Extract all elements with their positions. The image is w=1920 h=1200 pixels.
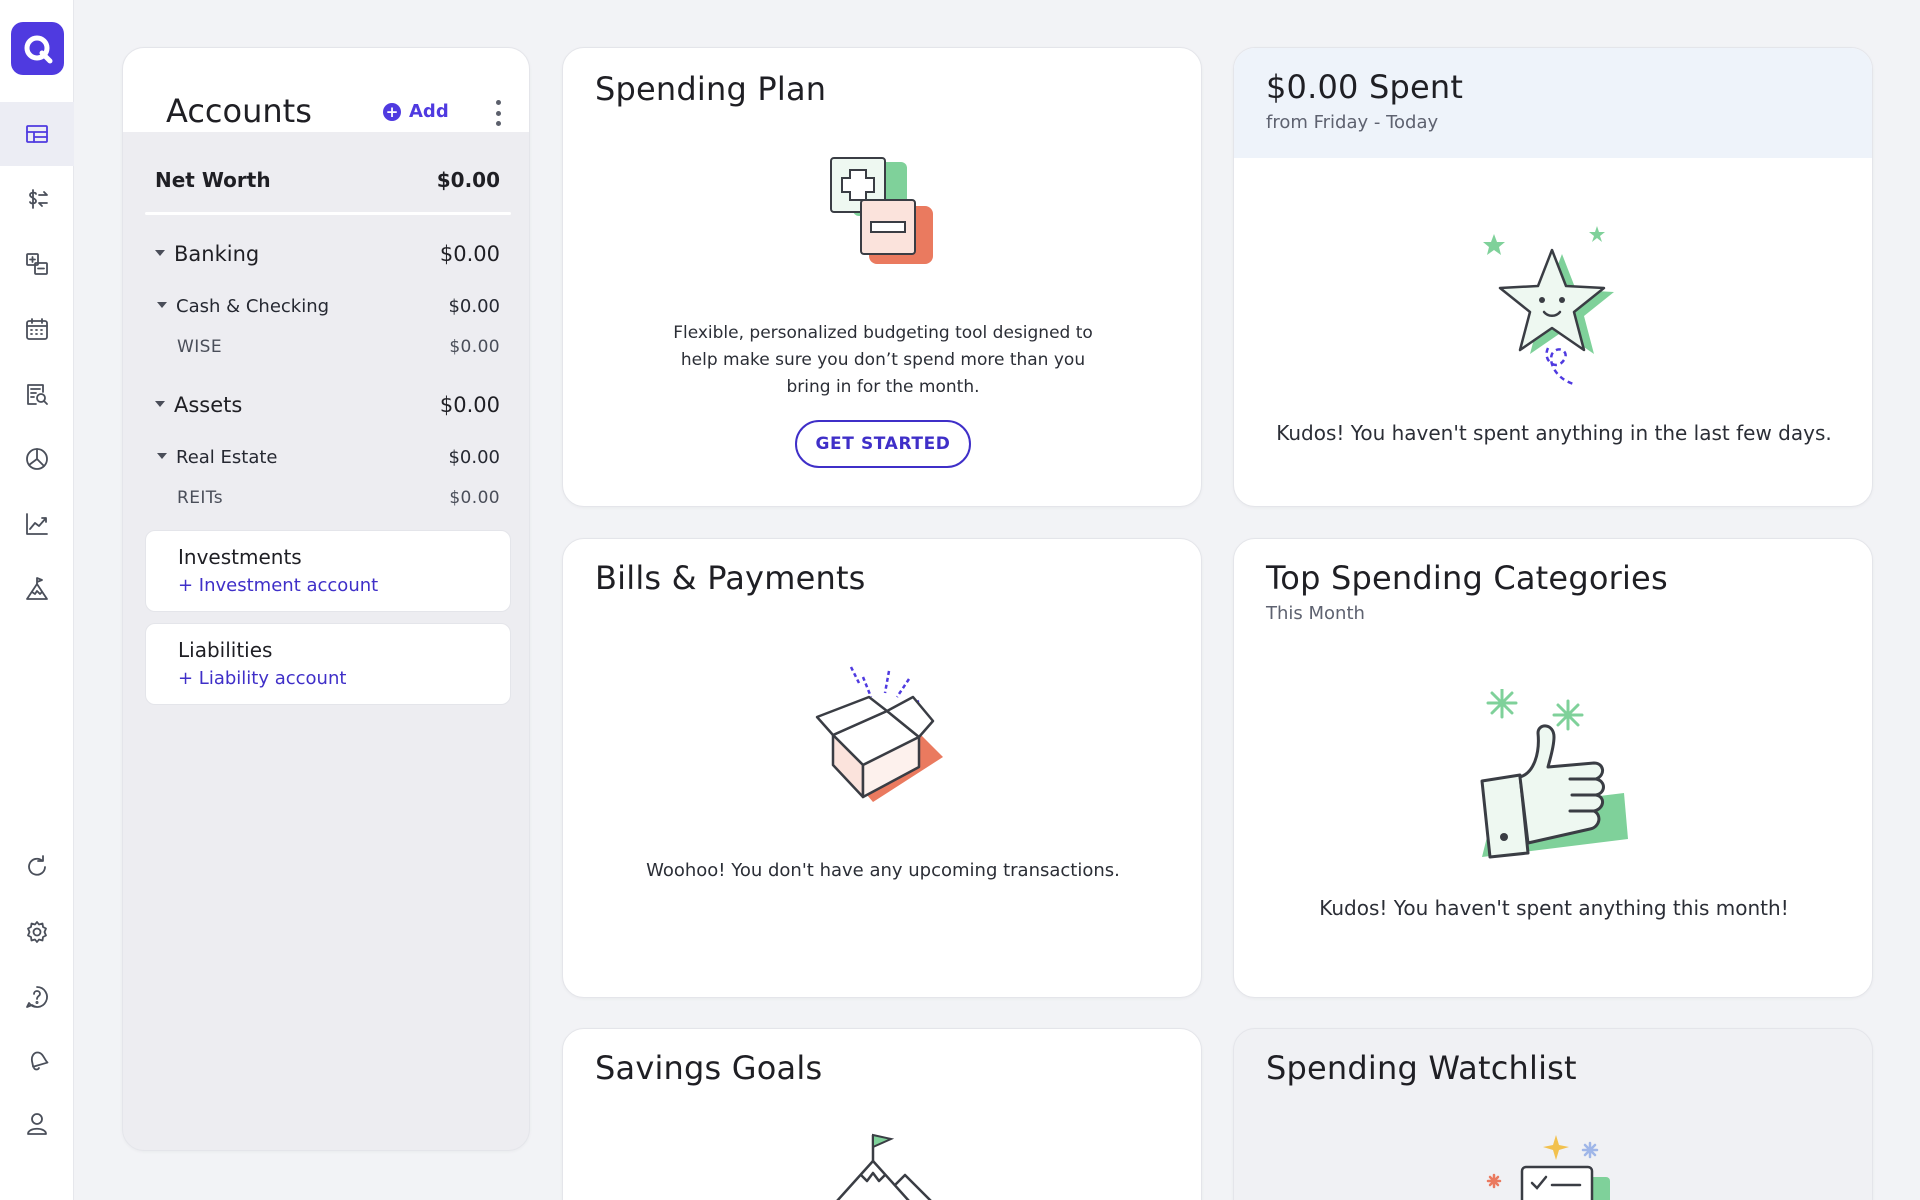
gear-icon xyxy=(27,921,47,943)
open-box-illustration-icon xyxy=(815,666,943,802)
more-options-icon[interactable] xyxy=(488,100,508,126)
dashboard-icon xyxy=(26,125,48,143)
nav-spending[interactable] xyxy=(0,427,74,491)
top-categories-message: Kudos! You haven't spent anything this m… xyxy=(1319,896,1789,920)
liabilities-section: Liabilities + Liability account xyxy=(145,623,511,705)
spending-watchlist-card: Spending Watchlist xyxy=(1233,1028,1873,1200)
spent-message: Kudos! You haven't spent anything in the… xyxy=(1276,421,1832,445)
net-worth-row[interactable]: Net Worth $0.00 xyxy=(155,168,500,192)
spending-plan-title: Spending Plan xyxy=(595,70,827,108)
reits-value: $0.00 xyxy=(449,488,500,508)
quicken-logo-icon xyxy=(24,35,52,63)
trend-icon xyxy=(26,513,48,535)
caret-down-icon[interactable] xyxy=(157,453,167,459)
nav-refresh[interactable] xyxy=(0,835,74,899)
cash-checking-value: $0.00 xyxy=(448,296,500,317)
spent-subtitle: from Friday - Today xyxy=(1266,112,1439,133)
net-worth-label: Net Worth xyxy=(155,168,271,192)
app-logo[interactable] xyxy=(11,22,64,75)
top-categories-subtitle: This Month xyxy=(1266,603,1365,624)
spending-plan-description: Flexible, personalized budgeting tool de… xyxy=(623,320,1143,401)
investments-label: Investments xyxy=(178,545,302,569)
nav-notifications[interactable] xyxy=(0,1028,74,1092)
nav-investing[interactable] xyxy=(0,492,74,556)
mountain-flag-illustration-icon xyxy=(836,1133,932,1200)
mountain-flag-icon xyxy=(26,577,48,600)
plus-circle-icon: + xyxy=(383,102,401,121)
nav-help[interactable] xyxy=(0,965,74,1029)
nav-transactions[interactable] xyxy=(0,167,74,231)
net-worth-value: $0.00 xyxy=(436,168,500,192)
help-icon xyxy=(26,986,48,1008)
accounts-panel: Accounts + Add Net Worth $0.00 Banking $… xyxy=(122,47,530,1151)
wise-account-row[interactable]: WISE $0.00 xyxy=(177,337,500,357)
bills-payments-card: Bills & Payments Woohoo! You don't have … xyxy=(562,538,1202,998)
add-liability-account-link[interactable]: + Liability account xyxy=(178,668,346,689)
description-line: Flexible, personalized budgeting tool de… xyxy=(673,323,1093,343)
add-label: Add xyxy=(409,101,449,122)
wise-label: WISE xyxy=(177,337,222,357)
calendar-icon xyxy=(26,318,48,340)
real-estate-row[interactable]: Real Estate $0.00 xyxy=(157,447,500,468)
cash-checking-label: Cash & Checking xyxy=(176,296,330,317)
spent-title: $0.00 Spent xyxy=(1266,68,1464,106)
watchlist-title: Spending Watchlist xyxy=(1266,1049,1577,1087)
savings-title: Savings Goals xyxy=(595,1049,823,1087)
nav-bills[interactable] xyxy=(0,232,74,296)
thumbs-up-illustration-icon xyxy=(1480,689,1628,859)
caret-down-icon[interactable] xyxy=(155,401,165,407)
top-categories-title: Top Spending Categories xyxy=(1266,559,1668,597)
nav-dashboard[interactable] xyxy=(0,102,74,166)
wise-value: $0.00 xyxy=(449,337,500,357)
nav-rail xyxy=(0,0,74,1200)
star-kudos-illustration-icon xyxy=(1483,226,1614,386)
spent-card: $0.00 Spent from Friday - Today Kudos! Y… xyxy=(1233,47,1873,507)
real-estate-label: Real Estate xyxy=(176,447,278,468)
reits-account-row[interactable]: REITs $0.00 xyxy=(177,488,500,508)
caret-down-icon[interactable] xyxy=(157,302,167,308)
bills-message: Woohoo! You don't have any upcoming tran… xyxy=(646,860,1120,881)
nav-reports[interactable] xyxy=(0,362,74,426)
reits-label: REITs xyxy=(177,488,223,508)
add-investment-account-link[interactable]: + Investment account xyxy=(178,575,378,596)
nav-profile[interactable] xyxy=(0,1092,74,1156)
banking-group-row[interactable]: Banking $0.00 xyxy=(155,242,500,266)
nav-calendar[interactable] xyxy=(0,297,74,361)
assets-label: Assets xyxy=(174,393,243,417)
investments-section: Investments + Investment account xyxy=(145,530,511,612)
cash-checking-row[interactable]: Cash & Checking $0.00 xyxy=(157,296,500,317)
accounts-header: Accounts + Add xyxy=(123,48,529,132)
add-account-button[interactable]: + Add xyxy=(383,101,449,122)
assets-value: $0.00 xyxy=(439,393,500,417)
bills-title: Bills & Payments xyxy=(595,559,866,597)
user-icon xyxy=(27,1113,47,1135)
reports-icon xyxy=(27,384,48,405)
spending-plan-card: Spending Plan Flexible, personalized bud… xyxy=(562,47,1202,507)
pie-chart-icon xyxy=(26,448,48,470)
refresh-icon xyxy=(28,855,46,876)
watchlist-illustration-icon xyxy=(1486,1135,1610,1200)
get-started-button[interactable]: GET STARTED xyxy=(795,420,971,468)
banking-label: Banking xyxy=(174,242,260,266)
description-line: bring in for the month. xyxy=(786,377,980,397)
accounts-title: Accounts xyxy=(166,92,312,130)
transactions-icon xyxy=(29,189,48,209)
nav-settings[interactable] xyxy=(0,900,74,964)
caret-down-icon[interactable] xyxy=(155,250,165,256)
bell-icon xyxy=(30,1051,49,1071)
divider xyxy=(145,212,511,215)
description-line: help make sure you don’t spend more than… xyxy=(680,350,1086,370)
liabilities-label: Liabilities xyxy=(178,638,273,662)
real-estate-value: $0.00 xyxy=(448,447,500,468)
top-spending-categories-card: Top Spending Categories This Month Kudos… xyxy=(1233,538,1873,998)
savings-goals-card: Savings Goals xyxy=(562,1028,1202,1200)
bills-icon xyxy=(26,253,48,275)
nav-planning[interactable] xyxy=(0,557,74,621)
plus-minus-illustration-icon xyxy=(830,157,933,264)
assets-group-row[interactable]: Assets $0.00 xyxy=(155,393,500,417)
banking-value: $0.00 xyxy=(439,242,500,266)
